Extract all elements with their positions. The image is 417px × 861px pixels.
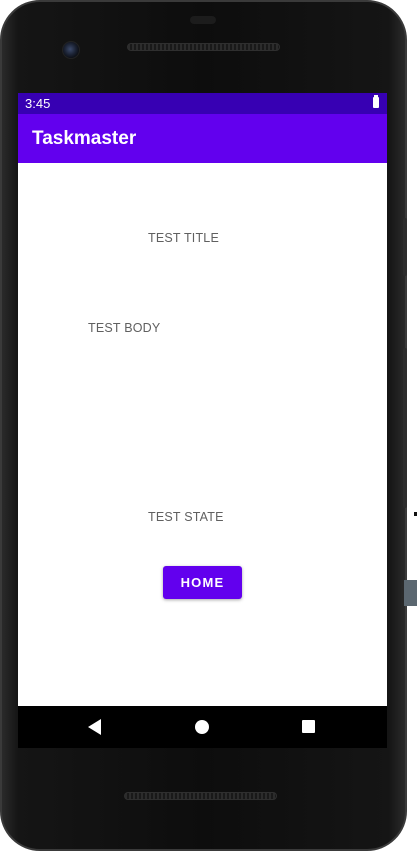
front-camera-icon [62,41,80,59]
power-button [403,218,407,276]
app-title: Taskmaster [32,128,137,149]
status-time: 3:45 [25,96,51,111]
system-navigation-bar [18,706,387,748]
task-detail-content: TEST TITLE TEST BODY TEST STATE HOME [18,163,387,706]
recents-square-icon[interactable] [302,720,315,733]
app-bar: Taskmaster [18,114,387,163]
task-title-text: TEST TITLE [148,231,220,245]
top-speaker-grille [127,43,280,51]
home-button[interactable]: HOME [163,566,242,599]
back-triangle-icon[interactable] [88,719,101,735]
task-body-text: TEST BODY [88,321,161,335]
battery-full-icon [373,95,379,108]
status-bar: 3:45 [18,93,387,114]
page: 3:45 Taskmaster TEST TITLE TEST BODY TES… [0,0,417,861]
top-sensor [190,16,216,24]
bottom-speaker-grille [124,792,277,800]
app-screen: 3:45 Taskmaster TEST TITLE TEST BODY TES… [18,93,387,706]
background-edge-strip [404,580,417,606]
task-state-text: TEST STATE [148,510,224,524]
home-circle-icon[interactable] [195,720,209,734]
volume-button [403,348,407,508]
